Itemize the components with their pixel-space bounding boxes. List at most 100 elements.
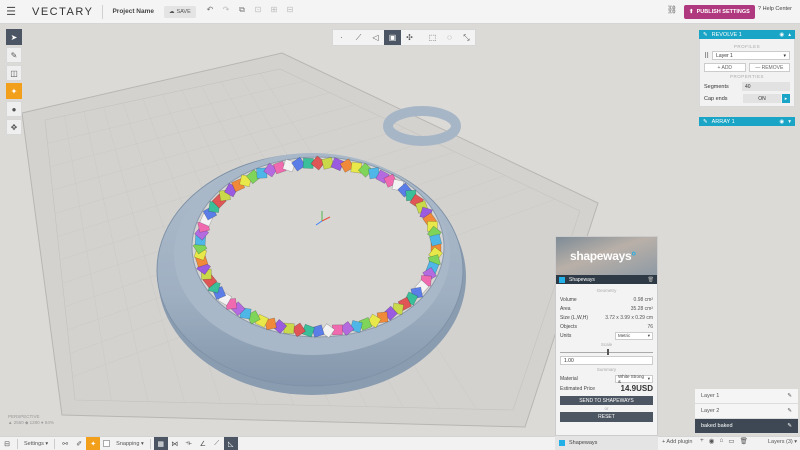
expand-icon[interactable]: ▾: [788, 119, 791, 125]
object-mode-icon[interactable]: ▣: [384, 30, 401, 45]
collapse-icon[interactable]: ▴: [788, 32, 791, 38]
box-select-icon[interactable]: ⬚: [424, 30, 441, 45]
paste-icon[interactable]: ⊞: [269, 5, 279, 15]
divider: [102, 4, 104, 19]
cap-ends-value[interactable]: ON: [743, 94, 781, 103]
help-center-link[interactable]: ? Help Center: [758, 6, 792, 12]
material-select[interactable]: White Strong & ▾: [615, 374, 653, 384]
send-to-shapeways-button[interactable]: SEND TO SHAPEWAYS: [560, 396, 653, 405]
edge-snap-icon[interactable]: ⟛: [182, 437, 196, 450]
chevron-down-icon: ▾: [647, 332, 650, 338]
scene-stats: ▲ 2560 ◆ 1280 ● 84%: [8, 420, 54, 425]
scale-slider-handle[interactable]: [607, 349, 609, 355]
layer-item[interactable]: Layer 2 ✎: [695, 404, 798, 419]
volume-value: 0.98 cm²: [633, 296, 653, 303]
shapeways-tab-label: Shapeways: [569, 440, 598, 446]
publish-settings-button[interactable]: ⬆ PUBLISH SETTINGS: [684, 5, 755, 19]
app-logo: VECTARY: [32, 5, 94, 18]
cap-ends-label: Cap ends: [704, 95, 728, 102]
profile-layer-select[interactable]: Layer 1 ▾: [712, 51, 790, 60]
vertex-mode-icon[interactable]: ·: [333, 30, 350, 45]
material-label: Material: [560, 375, 578, 382]
copy-icon[interactable]: ⧉: [237, 5, 247, 15]
edge-mode-icon[interactable]: ⟋: [350, 30, 367, 45]
settings-dropdown[interactable]: Settings ▾: [21, 437, 51, 450]
snapping-dropdown[interactable]: Snapping ▾: [113, 437, 147, 450]
selection-toolbar: · ⟋ ◁ ▣ ✣ ⬚ ◌ ⤡: [332, 29, 476, 46]
save-label: SAVE: [176, 8, 191, 15]
visibility-icon[interactable]: ◉: [709, 437, 715, 445]
material-icon[interactable]: ●: [6, 101, 22, 117]
history-toolbar: ↶ ↷ ⧉ ⊡ ⊞ ⊟: [205, 5, 295, 15]
brush-icon[interactable]: ✐: [72, 437, 86, 450]
publish-icon: ⬆: [689, 9, 694, 15]
visibility-icon[interactable]: ◉: [779, 32, 784, 38]
scale-slider[interactable]: [560, 349, 653, 355]
profile-layer-value: Layer 1: [716, 52, 733, 59]
grid-snap-icon[interactable]: ▦: [153, 436, 168, 450]
top-bar: ☰ VECTARY Project Name ☁ SAVE ↶ ↷ ⧉ ⊡ ⊞ …: [0, 0, 800, 24]
group-icon[interactable]: ▭: [728, 437, 734, 445]
scale-input[interactable]: 1.00: [560, 356, 653, 365]
units-select[interactable]: Metric ▾: [615, 331, 653, 340]
add-plugin-button[interactable]: + Add plugin: [662, 439, 692, 445]
trash-icon[interactable]: 🗑: [740, 437, 748, 445]
size-label: Size (L,W,H): [560, 314, 589, 321]
trash-icon[interactable]: 🗑: [648, 277, 654, 283]
lasso-select-icon[interactable]: ◌: [441, 30, 458, 45]
scene-canvas[interactable]: [0, 25, 800, 436]
revolve-header[interactable]: ✎ REVOLVE 1 ◉ ▴: [699, 30, 795, 39]
3d-viewport[interactable]: [0, 25, 800, 436]
wrench-icon: ✎: [703, 31, 708, 38]
measure-icon[interactable]: ⟋: [210, 437, 224, 450]
add-layer-icon[interactable]: +: [700, 437, 704, 445]
add-profile-button[interactable]: + ADD: [704, 63, 746, 72]
area-label: Area: [560, 305, 571, 312]
help-icon: ?: [758, 6, 762, 12]
delete-icon[interactable]: ⊟: [285, 5, 295, 15]
pen-tool-icon[interactable]: ✎: [6, 47, 22, 63]
redo-icon[interactable]: ↷: [221, 5, 231, 15]
drag-handle-icon[interactable]: ⠿: [704, 52, 709, 60]
project-name[interactable]: Project Name: [112, 8, 154, 15]
magic-icon[interactable]: ✦: [86, 436, 101, 450]
undo-icon[interactable]: ↶: [205, 5, 215, 15]
modifiers-icon[interactable]: ✦: [6, 83, 22, 99]
remove-profile-button[interactable]: — REMOVE: [748, 63, 790, 72]
edit-icon[interactable]: ✎: [787, 423, 792, 429]
segments-input[interactable]: 40: [742, 82, 790, 91]
transform-icon[interactable]: ✥: [6, 119, 22, 135]
vertex-snap-icon[interactable]: ⋈: [168, 437, 182, 450]
visibility-icon[interactable]: ◉: [779, 119, 784, 125]
select-tool-icon[interactable]: ➤: [6, 29, 22, 45]
link-icon[interactable]: ⛓: [666, 5, 678, 19]
panel-toggle-icon[interactable]: ⊟: [0, 437, 14, 450]
snapping-checkbox[interactable]: [103, 440, 111, 447]
shapeways-tab[interactable]: Shapeways: [555, 436, 658, 450]
ruler-icon[interactable]: ◺: [223, 436, 238, 450]
menu-icon[interactable]: ☰: [0, 0, 22, 24]
link-tool-icon[interactable]: ⚯: [58, 437, 72, 450]
profiles-section-label: PROFILES: [733, 44, 761, 49]
pivot-icon[interactable]: ✣: [401, 30, 418, 45]
volume-label: Volume: [560, 296, 577, 303]
shapeways-header: Shapeways 🗑: [556, 275, 657, 284]
edit-icon[interactable]: ✎: [787, 408, 792, 414]
layers-panel: Layer 1 ✎ Layer 2 ✎ baked baked ✎: [695, 389, 798, 434]
layers-toggle[interactable]: Layers (3) ▾: [768, 439, 797, 445]
layer-item-selected[interactable]: baked baked ✎: [695, 419, 798, 434]
paint-select-icon[interactable]: ⤡: [458, 30, 475, 45]
save-button[interactable]: ☁ SAVE: [164, 5, 196, 18]
array-header[interactable]: ✎ ARRAY 1 ◉ ▾: [699, 117, 795, 126]
layer-item[interactable]: Layer 1 ✎: [695, 389, 798, 404]
face-mode-icon[interactable]: ◁: [367, 30, 384, 45]
edit-icon[interactable]: ✎: [787, 393, 792, 399]
reset-button[interactable]: RESET: [560, 412, 653, 422]
primitives-icon[interactable]: ◫: [6, 65, 22, 81]
cap-ends-toggle[interactable]: ▸: [782, 94, 790, 103]
angle-snap-icon[interactable]: ∠: [196, 437, 210, 450]
array-title: ARRAY 1: [711, 118, 735, 125]
lock-icon[interactable]: ⌂: [719, 437, 723, 445]
geometry-section-label: Geometry: [596, 288, 617, 293]
cut-icon[interactable]: ⊡: [253, 5, 263, 15]
